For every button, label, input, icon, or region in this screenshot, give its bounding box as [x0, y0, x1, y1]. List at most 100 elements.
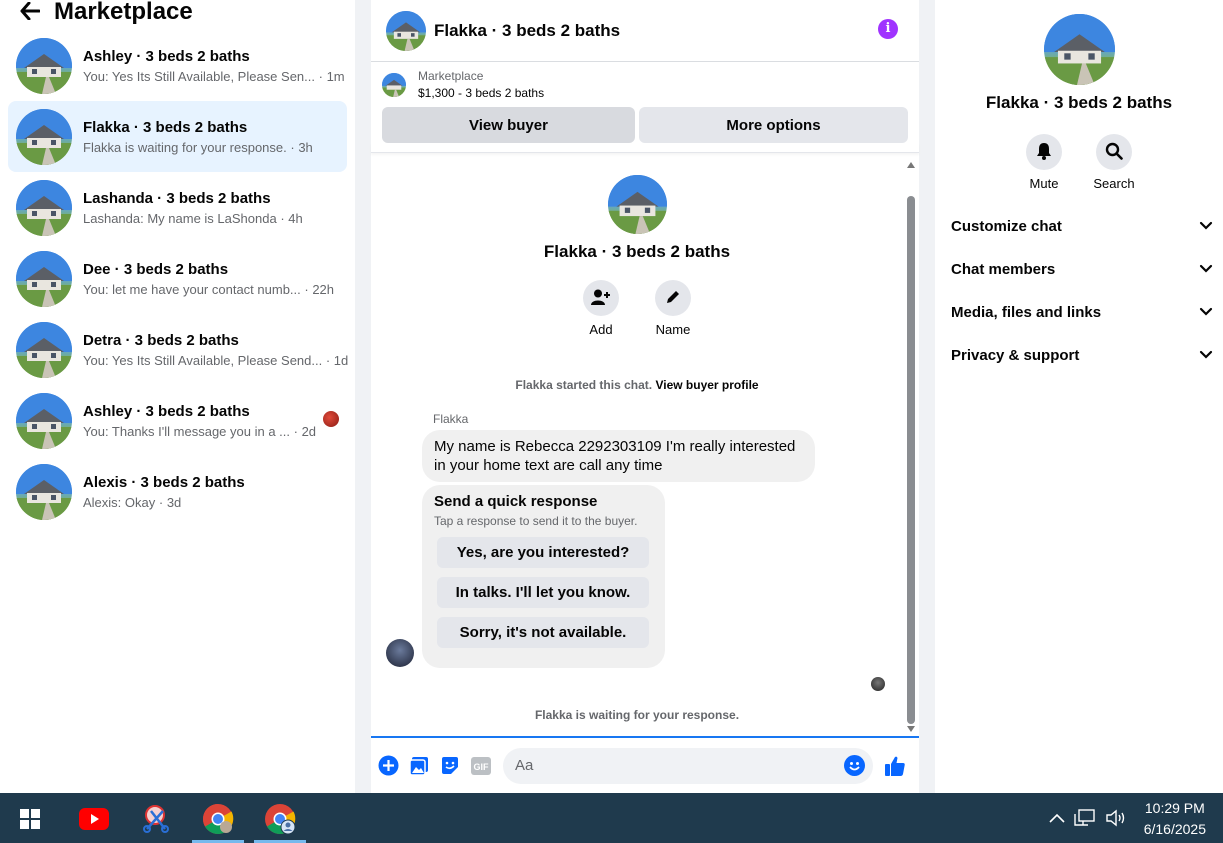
chrome-profile-icon[interactable]: [254, 801, 306, 843]
conversation-name: Flakka · 3 beds 2 baths: [83, 119, 248, 136]
page-title: Marketplace: [54, 0, 193, 25]
conversation-item[interactable]: Ashley · 3 beds 2 baths You: Thanks I'll…: [8, 385, 347, 456]
section-label: Chat members: [951, 261, 1056, 278]
conversation-name: Ashley · 3 beds 2 baths: [83, 48, 250, 65]
listing-banner[interactable]: Marketplace $1,300 - 3 beds 2 baths: [371, 62, 919, 107]
conversation-name: Lashanda · 3 beds 2 baths: [83, 190, 271, 207]
search-label: Search: [1093, 176, 1135, 191]
volume-icon[interactable]: [1105, 808, 1127, 831]
scrollbar-thumb[interactable]: [907, 196, 915, 724]
search-icon: [1105, 142, 1123, 163]
sender-avatar[interactable]: [386, 639, 414, 667]
pencil-icon: [665, 289, 681, 308]
quick-response-button[interactable]: Yes, are you interested?: [437, 537, 649, 568]
conversation-item-active[interactable]: Flakka · 3 beds 2 baths Flakka is waitin…: [8, 101, 347, 172]
mute-button[interactable]: Mute: [1026, 134, 1062, 191]
section-media-files-links[interactable]: Media, files and links: [935, 291, 1223, 334]
conversation-preview: You: Thanks I'll message you in a ...: [83, 424, 290, 439]
listing-thumbnail[interactable]: [386, 10, 426, 51]
view-buyer-profile-link[interactable]: View buyer profile: [655, 378, 758, 392]
thumbs-up-icon[interactable]: [884, 755, 906, 777]
gif-icon[interactable]: GIF: [470, 755, 492, 777]
youtube-icon[interactable]: [76, 801, 112, 837]
conversation-item[interactable]: Alexis · 3 beds 2 baths Alexis: Okay · 3…: [8, 456, 347, 527]
windows-start-icon[interactable]: [12, 801, 48, 837]
message-placeholder: Aa: [515, 757, 534, 774]
section-label: Media, files and links: [951, 304, 1102, 321]
conversation-time: · 3d: [158, 495, 182, 510]
network-icon[interactable]: [1074, 808, 1096, 831]
chevron-down-icon: [1199, 261, 1213, 278]
conversation-preview: Alexis: Okay: [83, 495, 156, 510]
profile-name: Flakka · 3 beds 2 baths: [543, 242, 731, 261]
section-privacy-support[interactable]: Privacy & support: [935, 334, 1223, 377]
section-chat-members[interactable]: Chat members: [935, 248, 1223, 291]
conversation-time: · 3h: [290, 140, 313, 155]
view-buyer-button[interactable]: View buyer: [382, 107, 635, 143]
conversation-list: Ashley · 3 beds 2 baths You: Yes Its Sti…: [8, 30, 349, 527]
conversation-item[interactable]: Lashanda · 3 beds 2 baths Lashanda: My n…: [8, 172, 347, 243]
conversation-preview: You: let me have your contact numb...: [83, 282, 301, 297]
plus-icon[interactable]: [377, 755, 399, 777]
chat-started-notice: Flakka started this chat. View buyer pro…: [371, 378, 903, 392]
conversation-item[interactable]: Dee · 3 beds 2 baths You: let me have yo…: [8, 243, 347, 314]
conversation-name: Ashley · 3 beds 2 baths: [83, 403, 250, 420]
scroll-up-icon[interactable]: [907, 162, 915, 168]
more-options-button[interactable]: More options: [639, 107, 908, 143]
chevron-down-icon: [1199, 304, 1213, 321]
listing-thumbnail: [16, 463, 72, 520]
chat-profile: Flakka · 3 beds 2 baths Add Name: [371, 175, 903, 337]
chat-panel: Flakka · 3 beds 2 baths i Marketplace $1…: [371, 0, 919, 793]
sidebar-header: Marketplace: [0, 0, 355, 24]
add-person-icon: [591, 289, 611, 308]
listing-thumbnail: [16, 321, 72, 378]
photo-icon[interactable]: [408, 755, 430, 777]
clock-date: 6/16/2025: [1143, 821, 1206, 837]
info-icon[interactable]: i: [878, 19, 898, 39]
waiting-notice: Flakka is waiting for your response.: [534, 708, 740, 722]
edit-name-button[interactable]: Name: [655, 280, 691, 337]
conversation-item[interactable]: Ashley · 3 beds 2 baths You: Yes Its Sti…: [8, 30, 347, 101]
chat-title[interactable]: Flakka · 3 beds 2 baths: [434, 21, 620, 41]
scrollbar[interactable]: [907, 162, 915, 732]
name-label: Name: [655, 322, 691, 337]
chat-details-panel: Flakka · 3 beds 2 baths Mute Search Cust…: [935, 0, 1223, 793]
emoji-icon[interactable]: [844, 754, 865, 776]
conversation-preview: Lashanda: My name is LaShonda: [83, 211, 277, 226]
conversation-time: · 2d: [293, 424, 317, 439]
quick-response-button[interactable]: Sorry, it's not available.: [437, 617, 649, 648]
search-button[interactable]: Search: [1093, 134, 1135, 191]
message-bubble[interactable]: My name is Rebecca 2292303109 I'm really…: [422, 430, 815, 482]
bell-icon: [1036, 142, 1052, 163]
listing-thumbnail: [1043, 14, 1115, 85]
snipping-tool-icon[interactable]: [138, 801, 174, 837]
conversation-name: Dee · 3 beds 2 baths: [83, 261, 229, 278]
section-label: Privacy & support: [951, 347, 1080, 364]
listing-actions: View buyer More options: [371, 107, 919, 143]
listing-thumbnail: [16, 250, 72, 307]
sticker-icon[interactable]: [439, 755, 461, 777]
arrow-left-icon[interactable]: [20, 1, 41, 23]
divider: [371, 143, 919, 153]
quick-response-subtitle: Tap a response to send it to the buyer.: [434, 514, 638, 528]
listing-thumbnail: [16, 37, 72, 94]
conversation-time: · 1m: [318, 69, 345, 84]
chevron-down-icon: [1199, 218, 1213, 235]
chevron-up-icon[interactable]: [1049, 810, 1065, 826]
chevron-down-icon: [1199, 347, 1213, 364]
details-name: Flakka · 3 beds 2 baths: [985, 93, 1173, 112]
message-input[interactable]: Aa: [503, 747, 873, 784]
listing-thumbnail: [607, 175, 667, 234]
scroll-down-icon[interactable]: [907, 726, 915, 732]
conversation-item[interactable]: Detra · 3 beds 2 baths You: Yes Its Stil…: [8, 314, 349, 385]
mute-label: Mute: [1029, 176, 1059, 191]
quick-response-title: Send a quick response: [434, 493, 598, 510]
section-customize-chat[interactable]: Customize chat: [935, 205, 1223, 248]
system-clock[interactable]: 10:29 PM 6/16/2025: [1144, 798, 1206, 840]
chat-header: Flakka · 3 beds 2 baths i: [371, 0, 919, 62]
add-people-button[interactable]: Add: [583, 280, 619, 337]
chrome-icon[interactable]: [192, 801, 244, 843]
add-label: Add: [589, 322, 613, 337]
quick-response-button[interactable]: In talks. I'll let you know.: [437, 577, 649, 608]
conversation-time: · 1d: [325, 353, 349, 368]
